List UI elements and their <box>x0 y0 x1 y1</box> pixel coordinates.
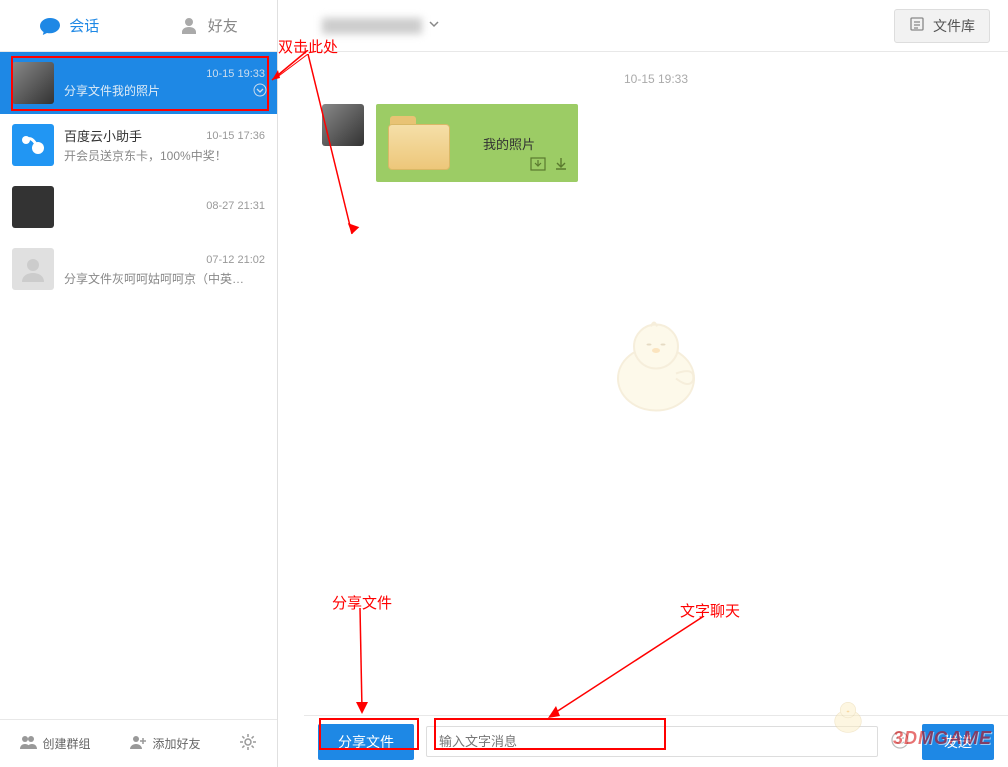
document-icon <box>909 16 925 35</box>
watermark: 3DMGAME <box>893 728 992 749</box>
avatar <box>12 62 54 104</box>
create-group-button[interactable]: 创建群组 <box>19 734 90 753</box>
conversation-time: 08-27 21:31 <box>206 200 265 212</box>
gear-icon <box>239 733 257 754</box>
conversation-preview: 分享文件灰呵呵姑呵呵京（中英… <box>64 270 265 287</box>
sidebar: 会话 好友 10-15 19:33 分享文件我的照片 <box>0 0 278 767</box>
conversation-name: 百度云小助手 <box>64 126 142 145</box>
folder-icon <box>388 116 452 170</box>
chat-header: 文件库 <box>304 0 1008 52</box>
main-panel: 文件库 10-15 19:33 我的照片 <box>304 0 1008 767</box>
conversation-list: 10-15 19:33 分享文件我的照片 百度云小助手 10-15 17:36 <box>0 52 277 719</box>
conversation-name <box>64 251 124 268</box>
download-icon[interactable] <box>554 157 568 174</box>
conversation-time: 10-15 19:33 <box>206 68 265 80</box>
avatar <box>12 186 54 228</box>
avatar <box>12 124 54 166</box>
tab-chat[interactable]: 会话 <box>0 0 139 51</box>
settings-button[interactable] <box>239 733 257 754</box>
avatar <box>12 248 54 290</box>
add-friend-label: 添加好友 <box>152 735 200 752</box>
share-file-button[interactable]: 分享文件 <box>318 724 414 760</box>
file-library-label: 文件库 <box>933 16 975 36</box>
tab-friends[interactable]: 好友 <box>139 0 278 51</box>
conversation-name <box>64 198 124 215</box>
save-icon[interactable] <box>530 157 546 174</box>
chevron-down-icon <box>253 83 267 100</box>
conversation-time: 07-12 21:02 <box>206 254 265 266</box>
sidebar-footer: 创建群组 添加好友 <box>0 719 277 767</box>
conversation-preview: 分享文件我的照片 <box>64 82 265 99</box>
tabs: 会话 好友 <box>0 0 277 52</box>
mascot-icon <box>601 319 711 422</box>
chat-bubble-icon <box>39 15 61 37</box>
message-row: 我的照片 <box>322 104 990 182</box>
mascot-small-icon <box>828 700 868 737</box>
conversation-item[interactable]: 10-15 19:33 分享文件我的照片 <box>0 52 277 114</box>
conversation-item[interactable]: 百度云小助手 10-15 17:36 开会员送京东卡，100%中奖！ <box>0 114 277 176</box>
chat-area: 10-15 19:33 我的照片 <box>304 52 1008 715</box>
chat-time-header: 10-15 19:33 <box>304 72 1008 86</box>
create-group-label: 创建群组 <box>42 735 90 752</box>
conversation-preview: 开会员送京东卡，100%中奖！ <box>64 147 265 164</box>
add-friend-button[interactable]: 添加好友 <box>129 734 200 753</box>
tab-friends-label: 好友 <box>208 15 238 36</box>
conversation-item[interactable]: 07-12 21:02 分享文件灰呵呵姑呵呵京（中英… <box>0 238 277 300</box>
share-card-label: 我的照片 <box>452 134 566 153</box>
avatar <box>322 104 364 146</box>
conversation-time: 10-15 17:36 <box>206 130 265 142</box>
chat-title <box>322 18 422 34</box>
message-input[interactable] <box>426 726 878 757</box>
add-person-icon <box>129 734 147 753</box>
person-icon <box>178 15 200 37</box>
group-icon <box>19 734 37 753</box>
conversation-item[interactable]: 08-27 21:31 <box>0 176 277 238</box>
dropdown-icon[interactable] <box>428 18 440 33</box>
file-library-button[interactable]: 文件库 <box>894 9 990 43</box>
share-card[interactable]: 我的照片 <box>376 104 578 182</box>
tab-chat-label: 会话 <box>69 15 99 36</box>
